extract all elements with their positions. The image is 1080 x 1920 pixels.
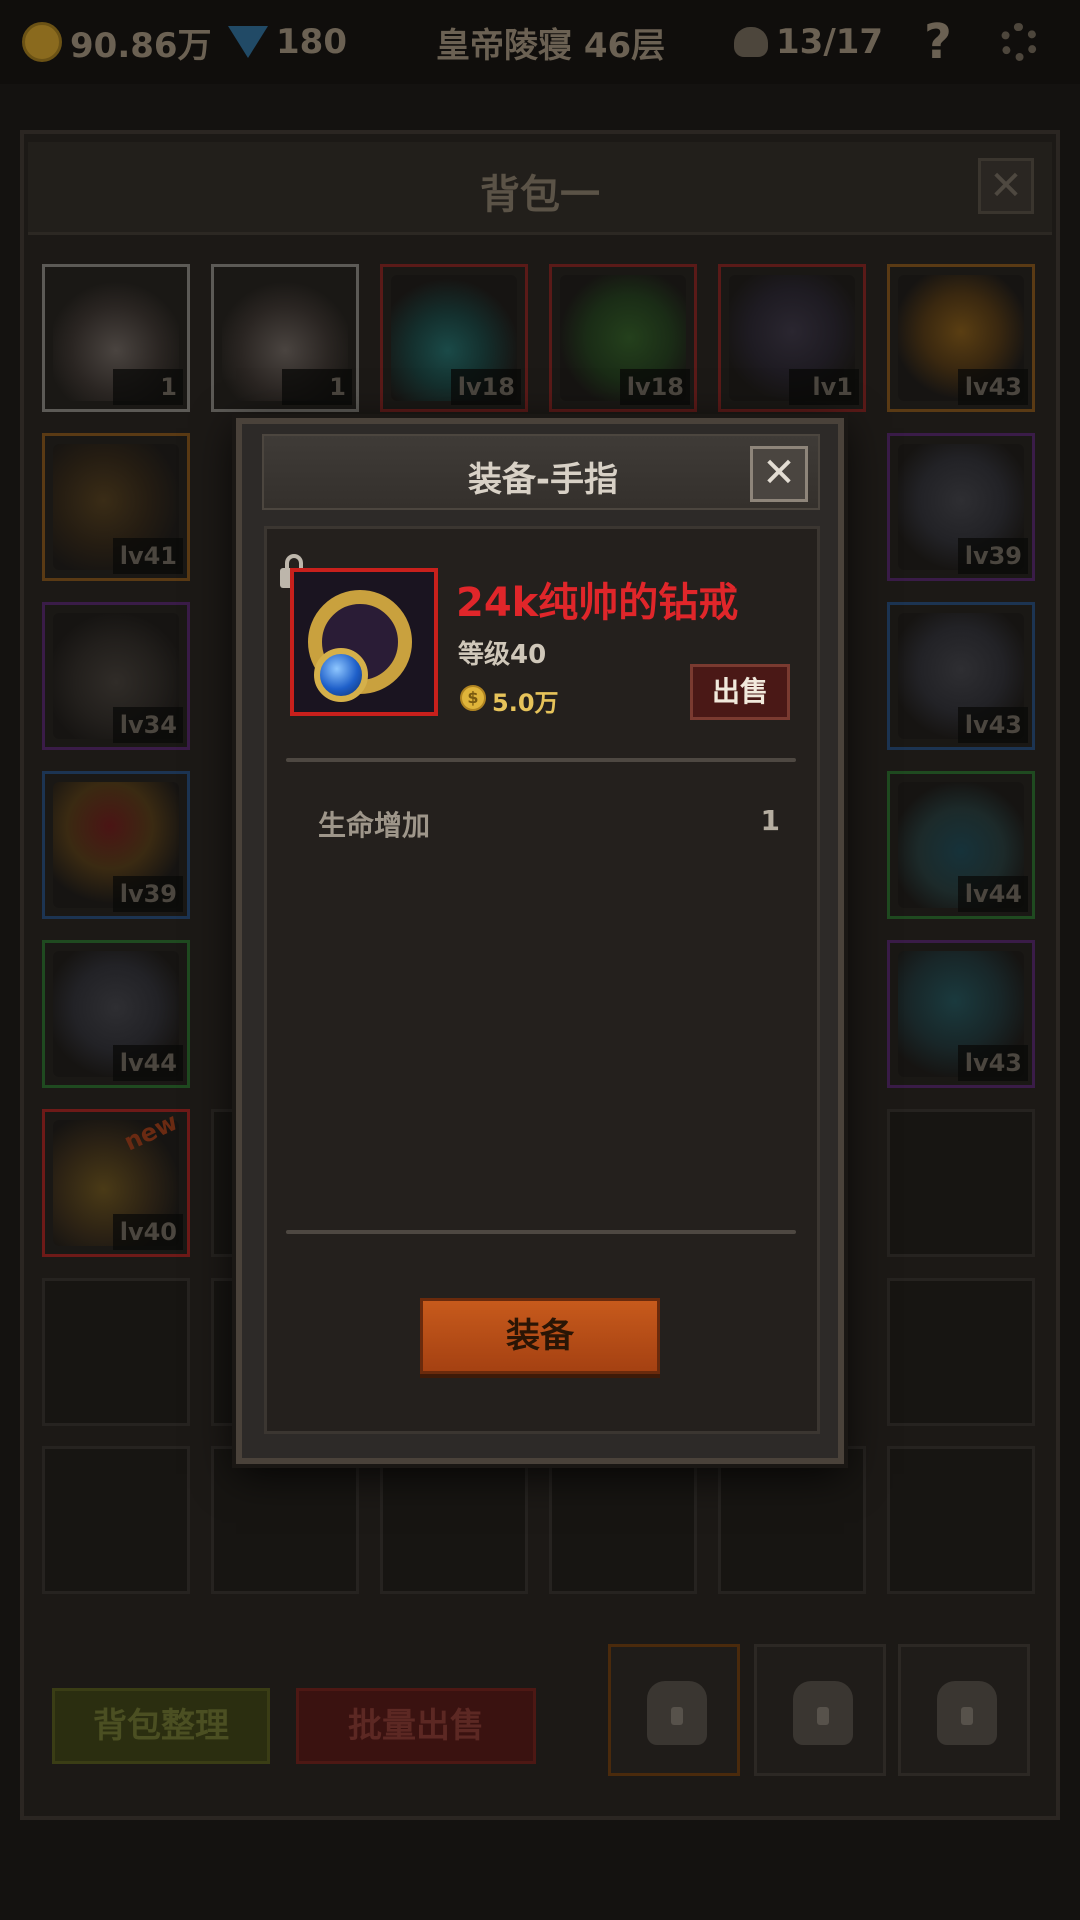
inventory-slot[interactable]: lv44	[42, 940, 190, 1088]
item-level: 等级40	[458, 640, 547, 670]
slot-level: lv39	[958, 538, 1028, 574]
backpack-tab-2[interactable]	[754, 1644, 886, 1776]
inventory-slot[interactable]: lv39	[887, 433, 1035, 581]
slot-level: lv39	[113, 876, 183, 912]
location-text: 皇帝陵寝 46层	[436, 25, 666, 66]
sapphire-gem-icon	[314, 648, 368, 702]
skull-icon	[734, 27, 768, 57]
inventory-slot[interactable]: 1	[42, 264, 190, 412]
slot-level: lv43	[958, 369, 1028, 405]
empty-slot[interactable]	[380, 1446, 528, 1594]
gold-amount: 90.86万	[70, 25, 212, 66]
dialog-title: 装备-手指	[467, 460, 619, 500]
empty-slot[interactable]	[718, 1446, 866, 1594]
help-button[interactable]: ?	[924, 14, 952, 70]
backpack-icon	[647, 1681, 707, 1745]
inventory-slot[interactable]: lv1	[718, 264, 866, 412]
inventory-slot[interactable]: lv39	[42, 771, 190, 919]
slot-level: 1	[282, 369, 352, 405]
help-icon: ?	[924, 14, 952, 70]
coin-icon	[22, 22, 62, 62]
slot-level: lv1	[789, 369, 859, 405]
gem-counter: 180	[228, 18, 347, 66]
diamond-icon	[228, 26, 268, 58]
slot-level: lv34	[113, 707, 183, 743]
batch-sell-button[interactable]: 批量出售	[296, 1688, 536, 1764]
stat-value: 1	[760, 804, 780, 837]
inventory-slot[interactable]: lv34	[42, 602, 190, 750]
backpack-close-button[interactable]: ✕	[978, 158, 1034, 214]
backpack-tab-1[interactable]	[608, 1644, 740, 1776]
backpack-icon	[937, 1681, 997, 1745]
kill-counter: 13/17	[734, 18, 883, 66]
kill-count: 13/17	[776, 22, 884, 62]
sort-backpack-button[interactable]: 背包整理	[52, 1688, 270, 1764]
slot-level: lv44	[958, 876, 1028, 912]
settings-button[interactable]	[1000, 18, 1038, 66]
dialog-close-button[interactable]: ✕	[750, 446, 808, 502]
empty-slot[interactable]	[42, 1446, 190, 1594]
inventory-slot[interactable]: lv43	[887, 940, 1035, 1088]
stat-name: 生命增加	[318, 809, 431, 842]
empty-slot[interactable]	[211, 1446, 359, 1594]
coin-icon: $	[460, 685, 486, 711]
gem-amount: 180	[276, 22, 347, 62]
inventory-slot[interactable]: lv18	[380, 264, 528, 412]
slot-level: lv43	[958, 707, 1028, 743]
slot-level: lv41	[113, 538, 183, 574]
inventory-slot[interactable]: lv18	[549, 264, 697, 412]
inventory-slot[interactable]: 1	[211, 264, 359, 412]
backpack-icon	[793, 1681, 853, 1745]
equip-button[interactable]: 装备	[420, 1298, 660, 1374]
empty-slot[interactable]	[887, 1446, 1035, 1594]
empty-slot[interactable]	[42, 1278, 190, 1426]
backpack-header: 背包一	[28, 142, 1052, 235]
dialog-header: 装备-手指	[262, 434, 820, 510]
sell-button[interactable]: 出售	[690, 664, 790, 720]
backpack-tab-3[interactable]	[898, 1644, 1030, 1776]
inventory-slot[interactable]: new lv40	[42, 1109, 190, 1257]
slot-level: lv18	[451, 369, 521, 405]
inventory-slot[interactable]: lv41	[42, 433, 190, 581]
location-label: 皇帝陵寝 46层	[436, 18, 665, 66]
inventory-slot[interactable]: lv43	[887, 264, 1035, 412]
empty-slot[interactable]	[549, 1446, 697, 1594]
divider	[286, 758, 796, 762]
gear-icon	[1000, 23, 1038, 61]
slot-level: lv40	[113, 1214, 183, 1250]
divider	[286, 1230, 796, 1234]
backpack-title: 背包一	[480, 172, 600, 218]
item-portrait	[290, 568, 438, 716]
inventory-slot[interactable]: lv43	[887, 602, 1035, 750]
item-name: 24k纯帅的钻戒	[456, 580, 739, 626]
empty-slot[interactable]	[887, 1109, 1035, 1257]
slot-level: lv18	[620, 369, 690, 405]
gold-counter: 90.86万	[22, 18, 212, 66]
slot-level: lv43	[958, 1045, 1028, 1081]
slot-level: lv44	[113, 1045, 183, 1081]
slot-level: 1	[113, 369, 183, 405]
inventory-slot[interactable]: lv44	[887, 771, 1035, 919]
empty-slot[interactable]	[887, 1278, 1035, 1426]
item-price: 5.0万	[492, 689, 559, 717]
